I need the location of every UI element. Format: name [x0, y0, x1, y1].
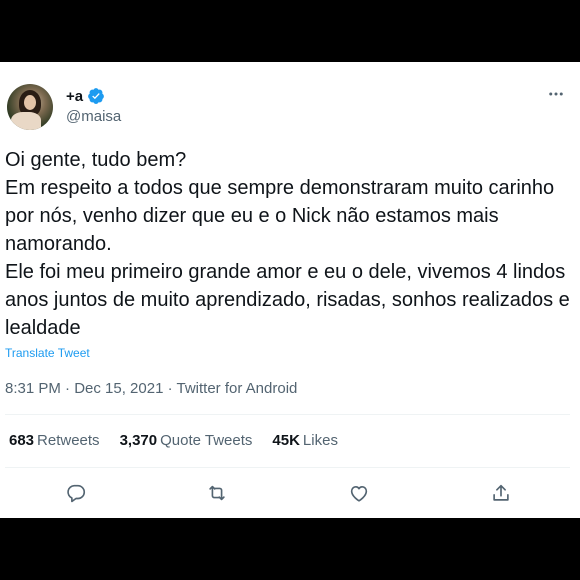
translate-tweet-link[interactable]: Translate Tweet [5, 346, 90, 360]
retweets-stat[interactable]: 683 Retweets [9, 432, 100, 449]
author-display-name[interactable]: +a [66, 88, 83, 105]
quote-tweets-stat[interactable]: 3,370 Quote Tweets [120, 432, 253, 449]
retweets-count: 683 [9, 432, 35, 449]
like-button[interactable] [347, 481, 371, 505]
retweets-label: Retweets [37, 432, 100, 449]
retweet-button[interactable] [205, 481, 229, 505]
like-icon [350, 486, 368, 502]
more-options-button[interactable] [544, 82, 568, 106]
avatar[interactable] [7, 84, 53, 130]
retweet-icon [209, 485, 225, 501]
reply-icon [67, 484, 86, 503]
tweet-text: Oi gente, tudo bem? Em respeito a todos … [5, 149, 570, 339]
tweet-stats: 683 Retweets 3,370 Quote Tweets 45K Likes [9, 432, 338, 449]
quote-tweets-label: Quote Tweets [160, 432, 253, 449]
likes-stat[interactable]: 45K Likes [272, 432, 338, 449]
avatar-face [24, 95, 36, 110]
author-name-row[interactable]: +a [66, 87, 105, 105]
divider-bottom [5, 467, 570, 468]
likes-count: 45K [272, 432, 300, 449]
share-icon [493, 484, 509, 501]
tweet-actions [0, 476, 580, 510]
author-handle[interactable]: @maisa [66, 108, 121, 125]
tweet-card: +a @maisa Oi gente, tudo bem? Em respeit… [0, 62, 580, 518]
share-button[interactable] [489, 481, 513, 505]
more-options-icon [549, 92, 563, 96]
tweet-timestamp[interactable]: 8:31 PM · Dec 15, 2021 · Twitter for And… [5, 380, 297, 397]
reply-button[interactable] [64, 481, 88, 505]
likes-label: Likes [302, 432, 338, 449]
divider-top [5, 414, 570, 415]
verified-badge-icon [88, 88, 104, 104]
quote-tweets-count: 3,370 [119, 432, 158, 449]
avatar-shoulder [11, 112, 41, 130]
